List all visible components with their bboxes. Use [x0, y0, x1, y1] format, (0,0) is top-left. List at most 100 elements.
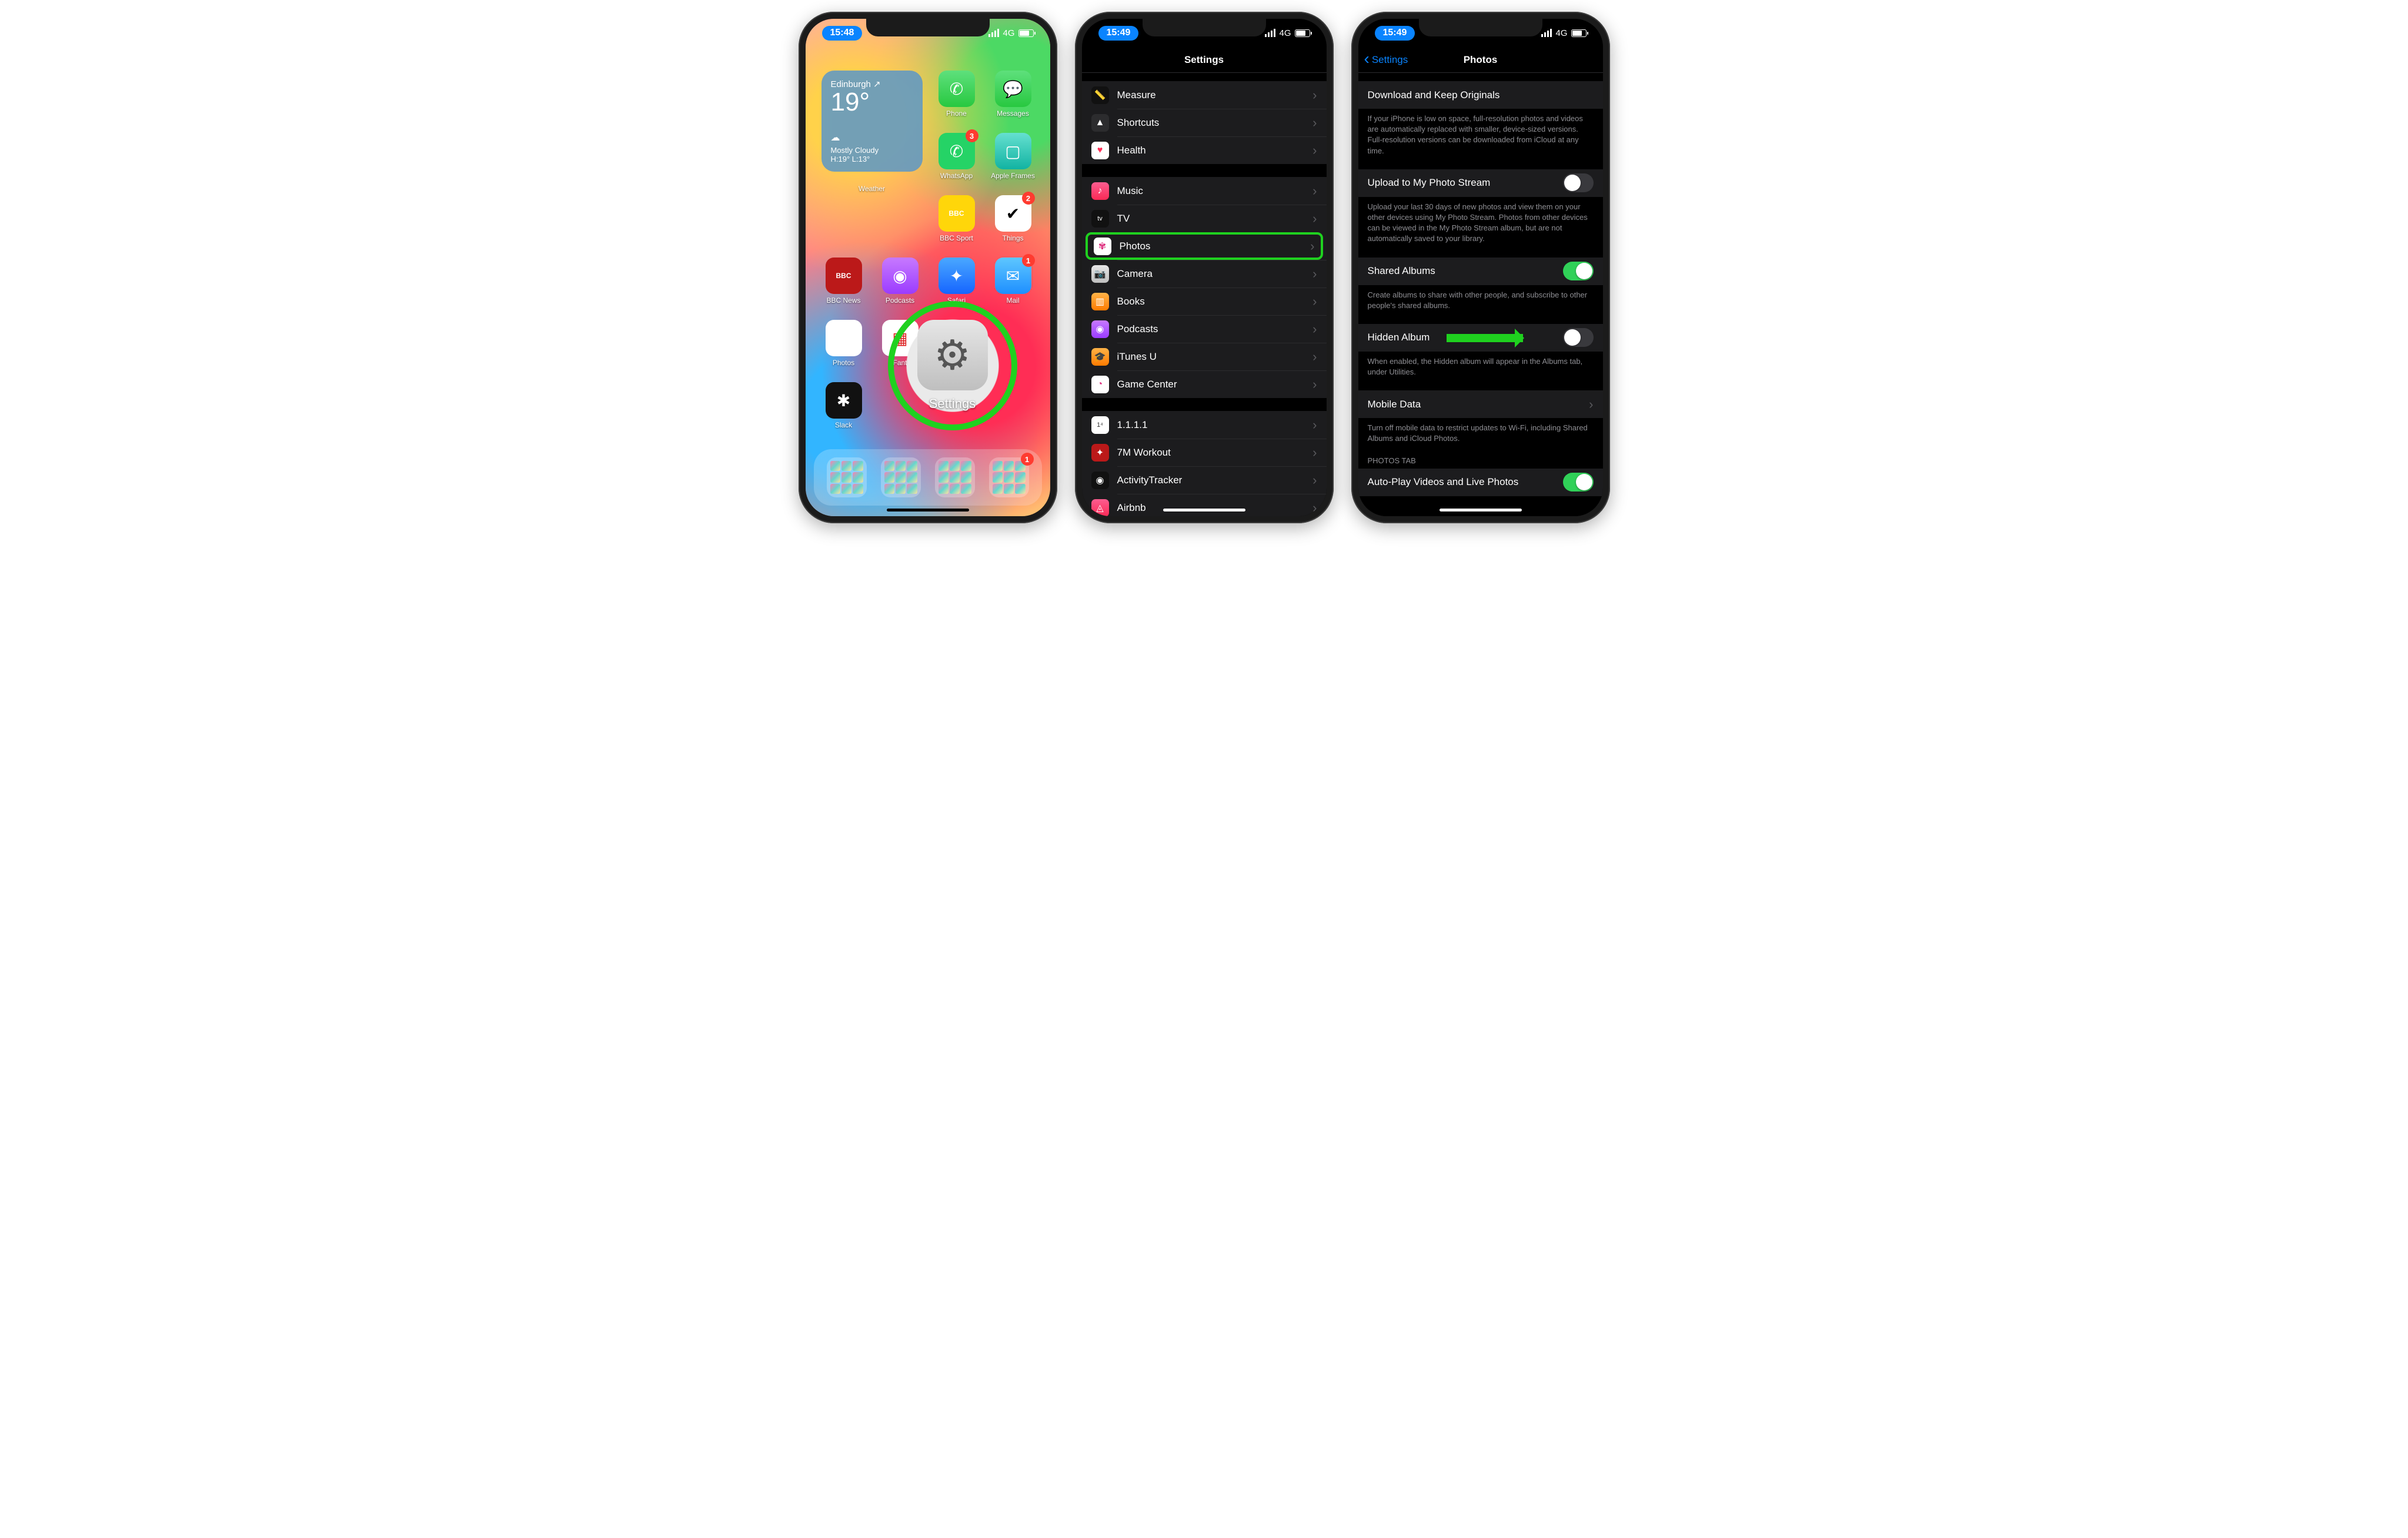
- footer-download: If your iPhone is low on space, full-res…: [1358, 109, 1603, 156]
- toggle-shared[interactable]: [1563, 262, 1594, 280]
- app-label: Podcasts: [886, 296, 914, 305]
- dock-folder-3[interactable]: [935, 457, 975, 497]
- notch: [866, 19, 990, 36]
- podcasts-icon: ◉: [882, 258, 919, 294]
- app-twitter[interactable]: 🐦 Twitter: [1044, 195, 1050, 242]
- badge: 1: [1021, 453, 1034, 466]
- toggle-upload[interactable]: [1563, 173, 1594, 192]
- row-label: Books: [1117, 296, 1313, 307]
- row-airbnb[interactable]: ◬ Airbnb ›: [1082, 494, 1327, 516]
- app-bbcnews[interactable]: BBC BBC News: [819, 258, 869, 305]
- home-indicator[interactable]: [1440, 509, 1522, 511]
- group-shared: Shared Albums: [1358, 258, 1603, 285]
- row-tv[interactable]: tv TV ›: [1082, 205, 1327, 232]
- app-slack[interactable]: ✱ Slack: [819, 382, 869, 429]
- chevron-right-icon: ›: [1312, 445, 1317, 460]
- dock-folder-2[interactable]: [881, 457, 921, 497]
- home-indicator[interactable]: [1163, 509, 1245, 511]
- row-itunesu[interactable]: 🎓 iTunes U ›: [1082, 343, 1327, 370]
- photos-icon: ✾: [826, 320, 862, 356]
- row-podcasts[interactable]: ◉ Podcasts ›: [1082, 315, 1327, 343]
- settings-group-1: 📏 Measure › ▲ Shortcuts › ♥ Health ›: [1082, 81, 1327, 164]
- row-download-originals[interactable]: Download and Keep Originals: [1358, 81, 1603, 109]
- battery-icon: [1571, 29, 1587, 37]
- app-label: Things: [1002, 234, 1023, 242]
- app-label: BBC Sport: [940, 234, 973, 242]
- status-time[interactable]: 15:49: [1375, 26, 1415, 41]
- row-label: Shared Albums: [1368, 265, 1563, 277]
- cellular-bars-icon: [1541, 29, 1552, 37]
- home-indicator[interactable]: [887, 509, 969, 511]
- weather-widget[interactable]: Edinburgh ↗ 19° ☁︎ Mostly Cloudy H:19° L…: [821, 71, 923, 172]
- cellular-bars-icon: [988, 29, 999, 37]
- row-music[interactable]: ♪ Music ›: [1082, 177, 1327, 205]
- row-activitytracker[interactable]: ◉ ActivityTracker ›: [1082, 466, 1327, 494]
- app-appleframes[interactable]: ▢ Apple Frames: [988, 133, 1038, 180]
- measure-icon: 📏: [1091, 86, 1109, 104]
- health-icon: ♥: [1091, 142, 1109, 159]
- chevron-right-icon: ›: [1312, 377, 1317, 392]
- toggle-autoplay[interactable]: [1563, 473, 1594, 492]
- back-button[interactable]: Settings: [1364, 54, 1408, 66]
- nav-bar: Settings: [1082, 47, 1327, 73]
- dock-folder-1[interactable]: [827, 457, 867, 497]
- safari-icon: ✦: [939, 258, 975, 294]
- shortcuts-icon: ▲: [1091, 114, 1109, 132]
- toggle-hidden[interactable]: [1563, 328, 1594, 347]
- row-label: Measure: [1117, 89, 1313, 101]
- app-messages[interactable]: 💬 Messages: [988, 71, 1038, 118]
- app-phone[interactable]: ✆ Phone: [931, 71, 982, 118]
- cellular-bars-icon: [1265, 29, 1275, 37]
- chevron-right-icon: ›: [1312, 115, 1317, 131]
- row-7m[interactable]: ✦ 7M Workout ›: [1082, 439, 1327, 466]
- app-safari[interactable]: ✦ Safari: [931, 258, 982, 305]
- books-icon: ▥: [1091, 293, 1109, 310]
- group-mobile: Mobile Data ›: [1358, 390, 1603, 418]
- app-photos[interactable]: ✾ Photos: [819, 320, 869, 367]
- row-label: Airbnb: [1117, 502, 1313, 514]
- app-mail[interactable]: 1 ✉ Mail: [988, 258, 1038, 305]
- row-1111[interactable]: 1⁴ 1.1.1.1 ›: [1082, 411, 1327, 439]
- photos-settings-list[interactable]: Download and Keep Originals If your iPho…: [1358, 73, 1603, 516]
- status-time[interactable]: 15:48: [822, 26, 863, 41]
- settings-icon[interactable]: ⚙: [917, 320, 988, 390]
- app-whatsapp[interactable]: 3 ✆ WhatsApp: [931, 133, 982, 180]
- back-label: Settings: [1372, 54, 1408, 66]
- app-things[interactable]: 2 ✔ Things: [988, 195, 1038, 242]
- chevron-right-icon: ›: [1312, 473, 1317, 488]
- row-autoplay[interactable]: Auto-Play Videos and Live Photos: [1358, 469, 1603, 496]
- row-label: Podcasts: [1117, 323, 1313, 335]
- row-upload-photostream[interactable]: Upload to My Photo Stream: [1358, 169, 1603, 197]
- app-podcasts[interactable]: ◉ Podcasts: [875, 258, 926, 305]
- group-download: Download and Keep Originals: [1358, 81, 1603, 109]
- chevron-right-icon: ›: [1312, 294, 1317, 309]
- app-label: Slack: [835, 421, 852, 429]
- app-label: Apple Frames: [991, 172, 1035, 180]
- row-shared-albums[interactable]: Shared Albums: [1358, 258, 1603, 285]
- chevron-right-icon: ›: [1310, 239, 1314, 254]
- chevron-right-icon: ›: [1312, 183, 1317, 199]
- notch: [1419, 19, 1542, 36]
- row-shortcuts[interactable]: ▲ Shortcuts ›: [1082, 109, 1327, 136]
- row-measure[interactable]: 📏 Measure ›: [1082, 81, 1327, 109]
- podcasts-icon: ◉: [1091, 320, 1109, 338]
- row-photos[interactable]: ✾ Photos ›: [1086, 232, 1323, 260]
- row-books[interactable]: ▥ Books ›: [1082, 287, 1327, 315]
- app-bbcsport[interactable]: BBC BBC Sport: [931, 195, 982, 242]
- nav-title: Photos: [1464, 54, 1498, 66]
- chevron-right-icon: ›: [1312, 349, 1317, 365]
- row-label: Photos: [1120, 240, 1311, 252]
- settings-group-3: 1⁴ 1.1.1.1 › ✦ 7M Workout › ◉ ActivityTr…: [1082, 411, 1327, 516]
- app-label: Phone: [946, 109, 967, 118]
- row-health[interactable]: ♥ Health ›: [1082, 136, 1327, 164]
- settings-list[interactable]: 📏 Measure › ▲ Shortcuts › ♥ Health › ♪: [1082, 73, 1327, 516]
- app-label: Messages: [997, 109, 1029, 118]
- group-photostab: Auto-Play Videos and Live Photos: [1358, 469, 1603, 496]
- footer-mobile: Turn off mobile data to restrict updates…: [1358, 418, 1603, 444]
- phone-frame-1: 15:48 4G Edinburgh ↗ 19° ☁︎ Mostly Cloud…: [799, 12, 1057, 523]
- dock-folder-4[interactable]: 1: [989, 457, 1029, 497]
- row-mobile-data[interactable]: Mobile Data ›: [1358, 390, 1603, 418]
- row-gamecenter[interactable]: ◔ Game Center ›: [1082, 370, 1327, 398]
- status-time[interactable]: 15:49: [1098, 26, 1139, 41]
- row-camera[interactable]: 📷 Camera ›: [1082, 260, 1327, 287]
